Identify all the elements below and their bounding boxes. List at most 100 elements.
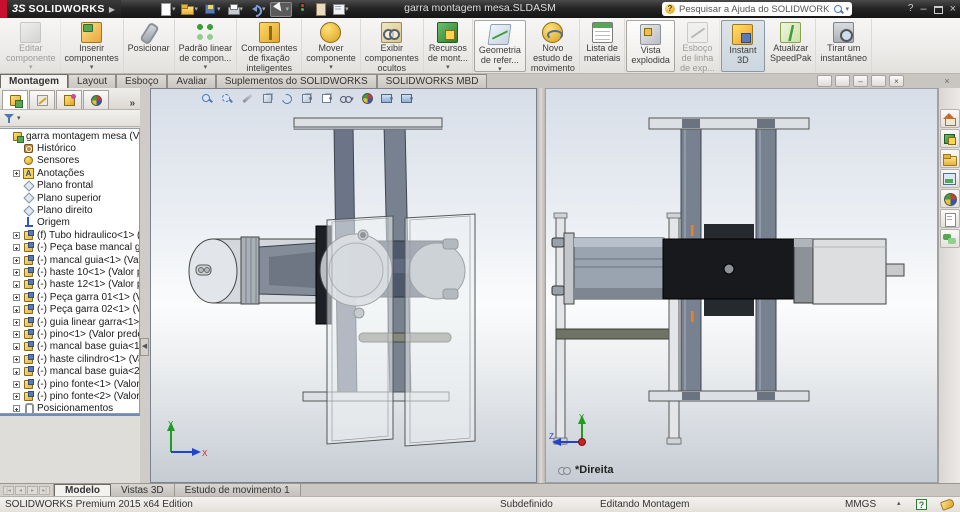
ribbon-button[interactable]: Tirar um instantâneo ▾ xyxy=(816,19,873,73)
ribbon-button[interactable]: Recursos de mont... ▾ xyxy=(424,19,473,73)
tree-item[interactable]: Anotações xyxy=(0,167,139,179)
solidworks-logo[interactable]: 3S SOLIDWORKS ▶ xyxy=(0,0,121,18)
ribbon-button[interactable]: Editar componente ▾ xyxy=(2,19,61,73)
view-orientation-icon[interactable]: ▾ xyxy=(299,91,315,106)
dropdown-caret-icon[interactable]: ▾ xyxy=(90,64,94,71)
ribbon-button[interactable]: Atualizar SpeedPak ▾ xyxy=(766,19,817,73)
search-caret-icon[interactable]: ▾ xyxy=(845,5,849,13)
expand-toggle-icon[interactable] xyxy=(13,268,20,276)
restore-button[interactable] xyxy=(933,6,943,14)
ribbon-button[interactable]: Lista de materiais ▾ xyxy=(580,19,626,73)
command-tab[interactable]: Suplementos do SOLIDWORKS xyxy=(215,74,377,88)
prev-tab-icon[interactable]: ◂ xyxy=(15,485,26,495)
quick-access-button[interactable]: ▾ xyxy=(202,2,223,17)
assembly-model-isometric[interactable] xyxy=(151,89,536,482)
help-search-box[interactable]: ? Pesquisar a Ajuda do SOLIDWORKS ▾ xyxy=(662,2,852,16)
ribbon-button[interactable]: Instant 3D ▾ xyxy=(720,20,765,72)
expand-toggle-icon[interactable] xyxy=(13,281,20,289)
dropdown-caret-icon[interactable]: ▾ xyxy=(329,95,333,103)
ribbon-button[interactable]: Posicionar ▾ xyxy=(124,19,175,73)
last-tab-icon[interactable]: ▸| xyxy=(39,485,50,495)
task-pane-button[interactable] xyxy=(939,129,960,148)
tree-item[interactable]: (-) Peça garra 01<1> (Valor p xyxy=(0,291,139,303)
tree-item[interactable]: (-) pino fonte<2> (Valor pred xyxy=(0,390,139,402)
tree-item[interactable]: Plano direito xyxy=(0,204,139,216)
expand-toggle-icon[interactable] xyxy=(13,244,20,252)
ribbon-button[interactable]: Vista explodida ▾ xyxy=(626,20,675,72)
tree-item[interactable]: (-) haste 10<1> (Valor predet xyxy=(0,266,139,278)
expand-toggle-icon[interactable] xyxy=(13,318,20,326)
rotate-view-icon[interactable]: ▾ xyxy=(279,91,295,106)
assembly-model-right-view[interactable] xyxy=(546,89,937,482)
minimize-window-icon[interactable]: – xyxy=(853,75,868,87)
tree-item[interactable]: (f) Tubo hidraulico<1> (Valor xyxy=(0,229,139,241)
display-style-icon[interactable]: ▾ xyxy=(319,91,335,106)
minimize-button[interactable]: – xyxy=(920,0,926,18)
tree-item[interactable]: (-) haste cilindro<1> (Valor p xyxy=(0,353,139,365)
expand-toggle-icon[interactable] xyxy=(13,256,20,264)
feature-manager-tab[interactable] xyxy=(29,90,55,109)
expand-toggle-icon[interactable] xyxy=(13,306,20,314)
viewport-right[interactable]: Y Z *Direita xyxy=(545,88,938,483)
dropdown-caret-icon[interactable]: ▾ xyxy=(204,64,208,71)
quick-tips-icon[interactable]: ? xyxy=(916,499,927,510)
panel-overflow-chevron[interactable]: » xyxy=(129,98,135,109)
expand-toggle-icon[interactable] xyxy=(13,405,20,413)
search-icon[interactable] xyxy=(834,4,843,14)
tree-item[interactable]: (-) pino fonte<1> (Valor pred xyxy=(0,378,139,390)
units-status[interactable]: MMGS xyxy=(845,499,876,510)
quick-access-button[interactable]: ▾ xyxy=(269,1,293,17)
ribbon-button[interactable]: Inserir componentes ▾ xyxy=(61,19,124,73)
tree-item[interactable]: Origem xyxy=(0,217,139,229)
ribbon-button[interactable]: Exibir componentes ocultos ▾ xyxy=(361,19,424,73)
expand-toggle-icon[interactable] xyxy=(13,330,20,338)
expand-toggle-icon[interactable] xyxy=(13,343,20,351)
dropdown-caret-icon[interactable]: ▾ xyxy=(329,64,333,71)
dropdown-caret-icon[interactable]: ▾ xyxy=(498,66,502,73)
tree-item[interactable]: Plano superior xyxy=(0,192,139,204)
dropdown-caret-icon[interactable]: ▾ xyxy=(262,5,266,13)
dropdown-caret-icon[interactable]: ▾ xyxy=(29,64,33,71)
feature-manager-tab[interactable] xyxy=(56,90,82,109)
quick-access-button[interactable]: ▾ xyxy=(157,2,178,17)
tree-item[interactable]: Posicionamentos xyxy=(0,403,139,413)
dropdown-caret-icon[interactable]: ▾ xyxy=(309,95,313,103)
tree-item[interactable]: garra montagem mesa (Valor pr xyxy=(0,130,139,143)
ribbon-button[interactable]: Geometria de refer... ▾ xyxy=(473,20,526,73)
panel-collapse-handle[interactable]: ◀ xyxy=(140,338,149,356)
task-pane-button[interactable] xyxy=(939,229,960,248)
tree-item[interactable]: (-) Peça base mancal garra<1 xyxy=(0,242,139,254)
tree-item[interactable]: (-) mancal base guia<2> (Val xyxy=(0,365,139,377)
section-view-icon[interactable]: ▾ xyxy=(239,91,255,106)
help-button[interactable]: ? xyxy=(908,0,914,18)
expand-toggle-icon[interactable] xyxy=(13,392,20,400)
command-tab[interactable]: Layout xyxy=(68,74,117,88)
expand-toggle-icon[interactable] xyxy=(13,169,20,177)
close-window-icon[interactable]: × xyxy=(889,75,904,87)
edit-appearance-icon[interactable]: ▾ xyxy=(359,91,375,106)
expand-toggle-icon[interactable] xyxy=(13,355,20,363)
command-tab[interactable]: SOLIDWORKS MBD xyxy=(376,74,488,88)
first-tab-icon[interactable]: |◂ xyxy=(3,485,14,495)
dropdown-caret-icon[interactable]: ▾ xyxy=(410,95,414,103)
tree-item[interactable]: (-) mancal base guia<1> (Val xyxy=(0,341,139,353)
dropdown-caret-icon[interactable]: ▾ xyxy=(194,5,198,13)
close-button[interactable]: × xyxy=(950,0,956,18)
tree-item[interactable]: (-) pino<1> (Valor predeterm xyxy=(0,328,139,340)
quick-access-button[interactable]: ▾ xyxy=(312,2,328,17)
ribbon-button[interactable]: Novo estudo de movimento ▾ xyxy=(527,19,580,73)
tree-item[interactable]: (-) haste 12<1> (Valor predet xyxy=(0,279,139,291)
ribbon-button[interactable]: Padrão linear de compon... ▾ xyxy=(175,19,238,73)
expand-toggle-icon[interactable] xyxy=(13,231,20,239)
task-pane-button[interactable] xyxy=(939,169,960,188)
document-tab[interactable]: Vistas 3D xyxy=(111,484,175,496)
previous-view-icon[interactable]: ▾ xyxy=(259,91,275,106)
task-pane-button[interactable] xyxy=(939,189,960,208)
viewport-left[interactable]: ▾ ▾ ▾ ▾ ▾ Y X xyxy=(150,88,537,483)
quick-access-button[interactable]: ▾ xyxy=(225,2,246,17)
ribbon-button[interactable]: Esboço de linha de exp... ▾ xyxy=(676,19,720,73)
tag-icon[interactable] xyxy=(939,498,956,511)
expand-toggle-icon[interactable] xyxy=(13,293,20,301)
tree-item[interactable]: (-) guia linear garra<1> (Valo xyxy=(0,316,139,328)
dropdown-caret-icon[interactable]: ▾ xyxy=(390,95,394,103)
